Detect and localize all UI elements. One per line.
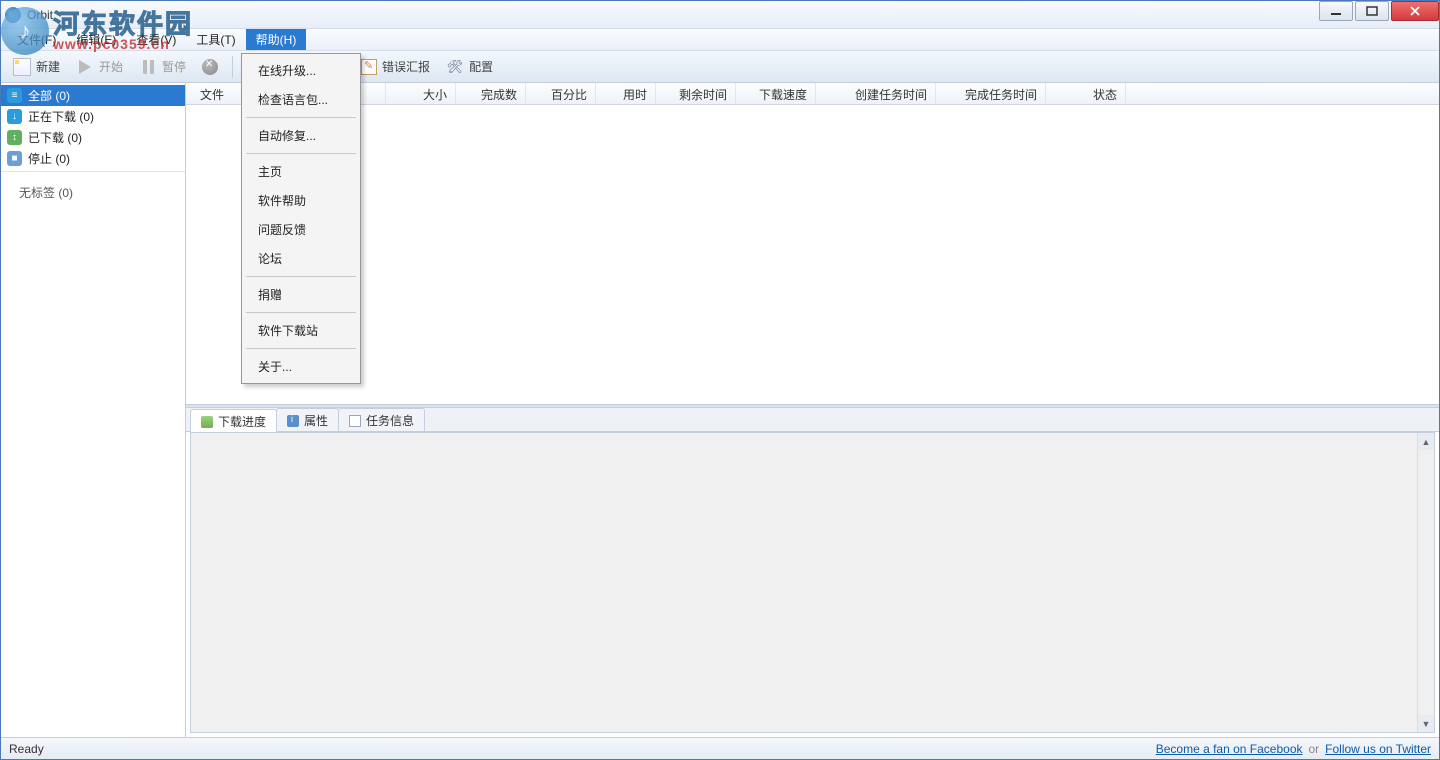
toolbar: 新建 开始 暂停 错误汇报 配置 [1,51,1439,83]
sidebar: ≡ 全部 (0) ↓ 正在下载 (0) ↕ 已下载 (0) ■ 停止 (0) 无… [1,83,186,737]
wrench-icon [446,58,464,76]
sidebar-tags-label: 无标签 (0) [19,186,73,200]
title-bar: Orbit [1,1,1439,29]
properties-icon [287,415,299,427]
col-finished[interactable]: 完成任务时间 [936,83,1046,104]
sidebar-tags[interactable]: 无标签 (0) [1,171,185,737]
toolbar-stop-button[interactable] [196,57,224,77]
help-software-help[interactable]: 软件帮助 [244,186,358,215]
col-completed[interactable]: 完成数 [456,83,526,104]
toolbar-pause-button[interactable]: 暂停 [133,56,192,78]
scroll-up-icon[interactable]: ▲ [1418,433,1434,450]
sidebar-item-stopped[interactable]: ■ 停止 (0) [1,148,185,169]
status-bar: Ready Become a fan on Facebook or Follow… [1,737,1439,759]
dropdown-separator [246,312,356,313]
toolbar-config-button[interactable]: 配置 [440,56,499,78]
menu-tools[interactable]: 工具(T) [186,29,245,50]
col-remaining[interactable]: 剩余时间 [656,83,736,104]
menu-edit[interactable]: 编辑(E) [66,29,126,50]
scroll-down-icon[interactable]: ▼ [1418,715,1434,732]
tab-task-info[interactable]: 任务信息 [338,408,425,431]
sidebar-item-downloading[interactable]: ↓ 正在下载 (0) [1,106,185,127]
col-created[interactable]: 创建任务时间 [816,83,936,104]
stop-icon [202,59,218,75]
toolbar-start-label: 开始 [99,58,123,75]
sidebar-item-label: 已下载 (0) [28,129,82,146]
col-size[interactable]: 大小 [386,83,456,104]
dropdown-separator [246,153,356,154]
main-area: 文件 大小 完成数 百分比 用时 剩余时间 下载速度 创建任务时间 完成任务时间… [186,83,1439,737]
toolbar-separator [232,56,233,78]
app-window: ♪ 河东软件园 www.pc0359.cn Orbit 文件(F) 编辑(E) … [0,0,1440,760]
tab-label: 下载进度 [218,413,266,430]
sidebar-item-label: 正在下载 (0) [28,108,94,125]
help-online-upgrade[interactable]: 在线升级... [244,56,358,85]
menu-bar: 文件(F) 编辑(E) 查看(V) 工具(T) 帮助(H) [1,29,1439,51]
status-ready: Ready [9,742,44,756]
list-icon: ≡ [7,88,22,103]
pause-icon [143,60,154,74]
toolbar-new-button[interactable]: 新建 [7,56,66,78]
window-title: Orbit [27,8,53,22]
col-elapsed[interactable]: 用时 [596,83,656,104]
stop-list-icon: ■ [7,151,22,166]
tab-label: 属性 [304,412,328,429]
help-forum[interactable]: 论坛 [244,244,358,273]
menu-help[interactable]: 帮助(H) [246,29,307,50]
menu-view[interactable]: 查看(V) [126,29,186,50]
app-icon [5,7,21,23]
toolbar-new-label: 新建 [36,58,60,75]
play-icon [79,60,91,74]
help-auto-repair[interactable]: 自动修复... [244,121,358,150]
facebook-link[interactable]: Become a fan on Facebook [1156,742,1303,756]
sidebar-item-label: 停止 (0) [28,150,70,167]
status-or: or [1309,742,1320,756]
help-about[interactable]: 关于... [244,352,358,381]
col-percent[interactable]: 百分比 [526,83,596,104]
dropdown-separator [246,348,356,349]
col-speed[interactable]: 下载速度 [736,83,816,104]
help-feedback[interactable]: 问题反馈 [244,215,358,244]
body-area: ≡ 全部 (0) ↓ 正在下载 (0) ↕ 已下载 (0) ■ 停止 (0) 无… [1,83,1439,737]
col-status[interactable]: 状态 [1046,83,1126,104]
download-list-body[interactable] [186,105,1439,404]
detail-tabs: 下载进度 属性 任务信息 [186,408,1439,432]
help-dropdown: 在线升级... 检查语言包... 自动修复... 主页 软件帮助 问题反馈 论坛… [241,53,361,384]
info-icon [349,415,361,427]
minimize-button[interactable] [1319,1,1353,21]
toolbar-error-report-label: 错误汇报 [382,58,430,75]
twitter-link[interactable]: Follow us on Twitter [1325,742,1431,756]
toolbar-pause-label: 暂停 [162,58,186,75]
detail-body: ▲ ▼ [190,432,1435,733]
menu-file[interactable]: 文件(F) [7,29,66,50]
detail-scrollbar[interactable]: ▲ ▼ [1417,433,1434,732]
help-check-language[interactable]: 检查语言包... [244,85,358,114]
sidebar-item-downloaded[interactable]: ↕ 已下载 (0) [1,127,185,148]
download-icon: ↓ [7,109,22,124]
help-homepage[interactable]: 主页 [244,157,358,186]
toolbar-start-button[interactable]: 开始 [70,56,129,78]
download-list-header: 文件 大小 完成数 百分比 用时 剩余时间 下载速度 创建任务时间 完成任务时间… [186,83,1439,105]
close-button[interactable] [1391,1,1439,21]
dropdown-separator [246,117,356,118]
help-donate[interactable]: 捐赠 [244,280,358,309]
sidebar-item-label: 全部 (0) [28,87,70,104]
progress-icon [201,416,213,428]
toolbar-error-report-button[interactable]: 错误汇报 [355,56,436,77]
dropdown-separator [246,276,356,277]
done-icon: ↕ [7,130,22,145]
tab-progress[interactable]: 下载进度 [190,409,277,432]
tab-label: 任务信息 [366,412,414,429]
help-download-site[interactable]: 软件下载站 [244,316,358,345]
maximize-button[interactable] [1355,1,1389,21]
error-report-icon [361,59,377,75]
sidebar-item-all[interactable]: ≡ 全部 (0) [1,85,185,106]
new-file-icon [13,58,31,76]
toolbar-config-label: 配置 [469,58,493,75]
tab-properties[interactable]: 属性 [276,408,339,431]
sidebar-category-list: ≡ 全部 (0) ↓ 正在下载 (0) ↕ 已下载 (0) ■ 停止 (0) [1,83,185,171]
